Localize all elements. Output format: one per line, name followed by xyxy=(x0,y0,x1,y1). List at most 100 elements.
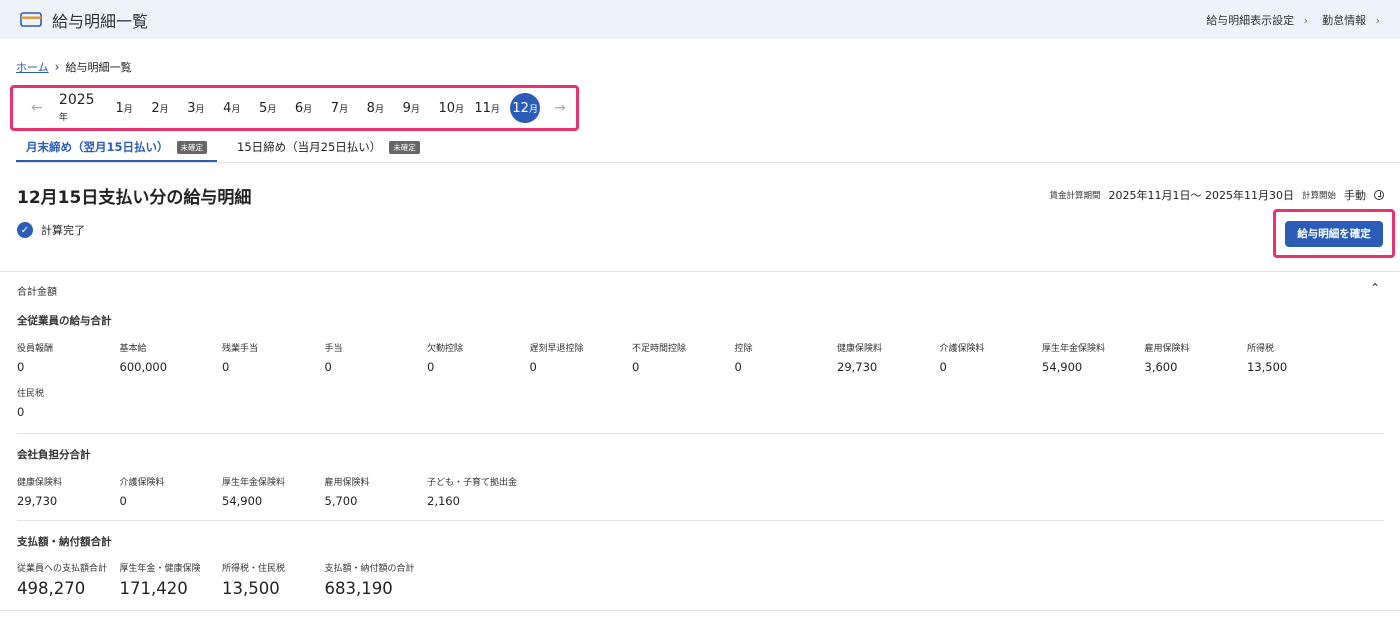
total-item: 残業手当 0 xyxy=(222,341,325,374)
total-item: 厚生年金保険料 54,900 xyxy=(1042,341,1145,374)
total-item: 健康保険料 29,730 xyxy=(837,341,940,374)
month-11[interactable]: 11月 xyxy=(474,101,510,116)
total-item-value: 0 xyxy=(632,360,640,374)
next-arrow-icon[interactable]: → xyxy=(554,100,576,116)
total-item-value: 5,700 xyxy=(324,494,358,508)
month-2[interactable]: 2月 xyxy=(151,101,187,116)
attendance-info-link[interactable]: 勤怠情報 xyxy=(1322,12,1380,28)
total-item-value: 683,190 xyxy=(324,579,393,598)
month-selector: ← 2025年 1月 2月 3月 4月 5月 6月 7月 8月 9月 10月 1… xyxy=(10,85,579,131)
month-9[interactable]: 9月 xyxy=(403,101,439,116)
chevron-right-icon: › xyxy=(54,60,60,74)
total-item: 雇用保険料 3,600 xyxy=(1145,341,1248,374)
total-item: 介護保険料 0 xyxy=(120,475,223,508)
total-item-value: 171,420 xyxy=(119,579,188,598)
total-item-label: 介護保険料 xyxy=(119,478,165,488)
total-item-value: 0 xyxy=(939,360,947,374)
total-item-value: 0 xyxy=(17,360,25,374)
total-item-label: 雇用保険料 xyxy=(1144,344,1190,354)
total-item: 子ども・子育て拠出金 2,160 xyxy=(427,475,530,508)
tab-month-end[interactable]: 月末締め（翌月15日払い） 未確定 xyxy=(16,139,218,162)
employee-totals-title: 全従業員の給与合計 xyxy=(17,315,112,327)
total-item-label: 健康保険料 xyxy=(837,344,883,354)
total-item-value: 29,730 xyxy=(837,360,878,374)
confirm-payslip-button[interactable]: 給与明細を確定 xyxy=(1285,220,1383,247)
total-item-label: 所得税 xyxy=(1247,344,1275,354)
status-badge: 未確定 xyxy=(176,141,208,154)
total-item-label: 住民税 xyxy=(17,389,45,399)
total-item-label: 遅刻早退控除 xyxy=(529,344,584,354)
calc-period: 賃金計算期間 2025年11月1日～ 2025年11月30日 計算開始 手動 xyxy=(1049,187,1384,203)
total-item-label: 欠勤控除 xyxy=(427,344,464,354)
payslip-heading: 12月15日支払い分の給与明細 xyxy=(17,188,252,208)
total-item-value: 0 xyxy=(17,405,25,419)
clock-icon[interactable] xyxy=(1374,190,1384,200)
month-4[interactable]: 4月 xyxy=(223,101,259,116)
total-item: 手当 0 xyxy=(325,341,428,374)
month-8[interactable]: 8月 xyxy=(367,101,403,116)
total-item-label: 雇用保険料 xyxy=(324,478,370,488)
divider xyxy=(17,520,1384,521)
month-1[interactable]: 1月 xyxy=(115,101,151,116)
month-7[interactable]: 7月 xyxy=(331,101,367,116)
tab-15th[interactable]: 15日締め（当月25日払い） 未確定 xyxy=(227,139,430,162)
total-item: 不足時間控除 0 xyxy=(632,341,735,374)
total-item-value: 0 xyxy=(222,360,230,374)
total-item: 欠勤控除 0 xyxy=(427,341,530,374)
payment-totals-title: 支払額・納付額合計 xyxy=(17,536,112,548)
total-item-value: 54,900 xyxy=(1042,360,1083,374)
closing-tabs: 月末締め（翌月15日払い） 未確定 15日締め（当月25日払い） 未確定 xyxy=(16,139,1400,163)
total-item-label: 役員報酬 xyxy=(17,344,54,354)
total-item: 基本給 600,000 xyxy=(120,341,223,374)
total-item-value: 13,500 xyxy=(222,579,280,598)
total-item: 遅刻早退控除 0 xyxy=(530,341,633,374)
total-item: 雇用保険料 5,700 xyxy=(325,475,428,508)
breadcrumb-home-link[interactable]: ホーム xyxy=(16,59,49,75)
total-item-label: 基本給 xyxy=(119,344,147,354)
total-item-label: 控除 xyxy=(734,344,753,354)
year-label[interactable]: 2025年 xyxy=(59,92,104,124)
confirm-highlight: 給与明細を確定 xyxy=(1273,209,1395,258)
divider xyxy=(0,610,1400,611)
total-item-label: 厚生年金・健康保険 xyxy=(119,564,201,574)
company-totals-title: 会社負担分合計 xyxy=(17,449,91,461)
section-title-totals: 合計金額 xyxy=(17,287,57,298)
total-item: 控除 0 xyxy=(735,341,838,374)
breadcrumb: ホーム › 給与明細一覧 xyxy=(16,59,131,75)
month-12-active[interactable]: 12 月 xyxy=(510,93,541,123)
total-item: 役員報酬 0 xyxy=(17,341,120,374)
total-item-value: 29,730 xyxy=(17,494,58,508)
month-3[interactable]: 3月 xyxy=(187,101,223,116)
total-item-label: 厚生年金保険料 xyxy=(222,478,286,488)
total-item-value: 54,900 xyxy=(222,494,263,508)
prev-arrow-icon[interactable]: ← xyxy=(31,100,53,116)
payment-totals-grid: 従業員への支払額合計 498,270 厚生年金・健康保険 171,420 所得税・住民税… xyxy=(17,561,1397,598)
total-item: 厚生年金保険料 54,900 xyxy=(222,475,325,508)
total-item-value: 600,000 xyxy=(119,360,168,374)
total-item-label: 所得税・住民税 xyxy=(222,564,286,574)
total-item: 厚生年金・健康保険 171,420 xyxy=(120,561,223,598)
total-item-value: 0 xyxy=(119,494,127,508)
page-title: 給与明細一覧 xyxy=(52,11,149,31)
top-bar: 給与明細一覧 給与明細表示設定 勤怠情報 xyxy=(0,0,1400,39)
chevron-up-icon[interactable]: ⌃ xyxy=(1370,281,1380,295)
month-6[interactable]: 6月 xyxy=(295,101,331,116)
total-item-label: 介護保険料 xyxy=(939,344,985,354)
payslip-card-icon xyxy=(20,12,42,27)
company-totals-grid: 健康保険料 29,730 介護保険料 0 厚生年金保険料 54,900 雇用保険料 5,700… xyxy=(17,475,1397,508)
payslip-display-settings-link[interactable]: 給与明細表示設定 xyxy=(1206,12,1308,28)
total-item-label: 残業手当 xyxy=(222,344,259,354)
total-item-label: 健康保険料 xyxy=(17,478,63,488)
total-item: 支払額・納付額の合計 683,190 xyxy=(325,561,428,598)
month-5[interactable]: 5月 xyxy=(259,101,295,116)
divider xyxy=(17,433,1384,434)
total-item-value: 0 xyxy=(529,360,537,374)
total-item-label: 支払額・納付額の合計 xyxy=(324,564,415,574)
month-10[interactable]: 10月 xyxy=(438,101,474,116)
total-item-value: 3,600 xyxy=(1144,360,1178,374)
total-item-value: 498,270 xyxy=(17,579,86,598)
total-item-label: 不足時間控除 xyxy=(632,344,687,354)
total-item-label: 厚生年金保険料 xyxy=(1042,344,1106,354)
total-item-label: 子ども・子育て拠出金 xyxy=(427,478,518,488)
total-item: 所得税 13,500 xyxy=(1247,341,1350,374)
